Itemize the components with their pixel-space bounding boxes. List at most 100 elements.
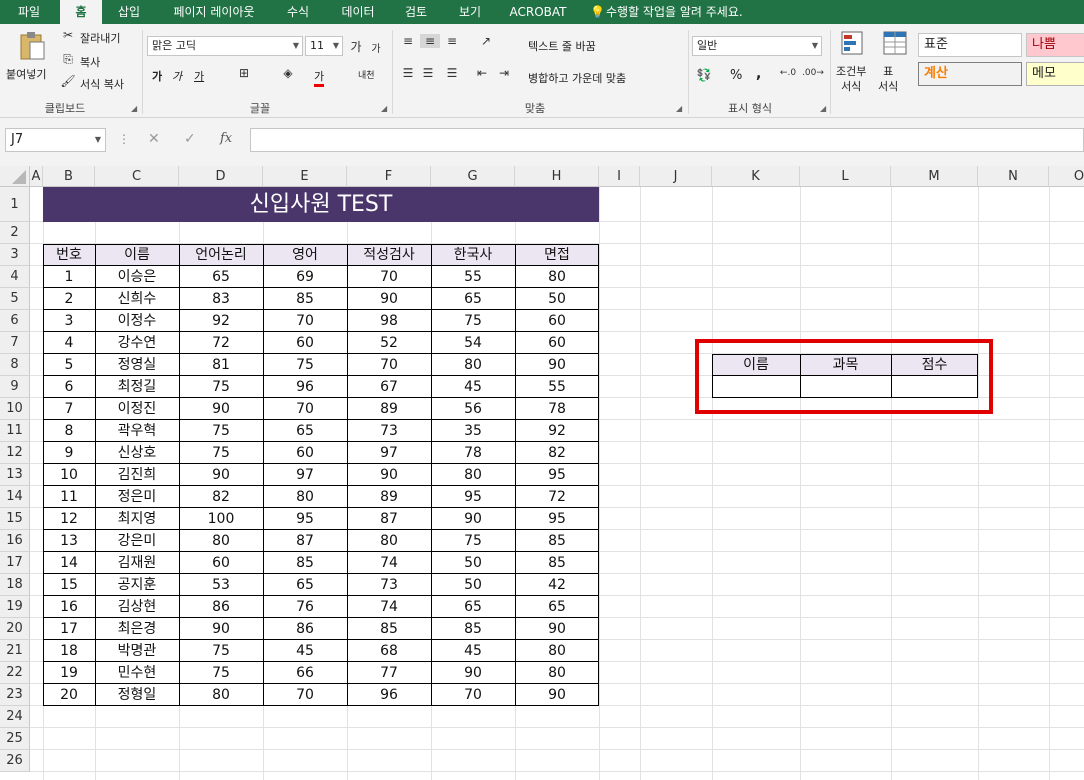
table-cell[interactable]: 75 <box>179 662 263 684</box>
table-cell[interactable]: 17 <box>43 618 95 640</box>
column-header[interactable]: B <box>43 166 95 187</box>
cut-button[interactable]: 잘라내기 <box>80 30 120 46</box>
table-cell[interactable]: 70 <box>347 266 431 288</box>
table-cell[interactable]: 78 <box>515 398 599 420</box>
style-bad[interactable]: 나쁨 <box>1026 33 1084 57</box>
table-cell[interactable]: 97 <box>263 464 347 486</box>
row-header[interactable]: 16 <box>0 530 30 552</box>
row-header[interactable]: 13 <box>0 464 30 486</box>
table-cell[interactable]: 86 <box>263 618 347 640</box>
row-header[interactable]: 24 <box>0 706 30 728</box>
table-cell[interactable]: 18 <box>43 640 95 662</box>
dialog-launcher-icon[interactable]: ◢ <box>820 104 826 113</box>
table-cell[interactable]: 60 <box>263 332 347 354</box>
table-cell[interactable]: 7 <box>43 398 95 420</box>
table-cell[interactable]: 곽우혁 <box>95 420 179 442</box>
paste-button[interactable]: 붙여넣기 <box>6 66 46 82</box>
sheet-title[interactable]: 신입사원 TEST <box>43 187 599 222</box>
row-header[interactable]: 18 <box>0 574 30 596</box>
table-cell[interactable]: 1 <box>43 266 95 288</box>
row-header[interactable]: 26 <box>0 750 30 772</box>
bold-button[interactable]: 가 <box>152 68 162 84</box>
tab-insert[interactable]: 삽입 <box>108 0 150 24</box>
align-top-icon[interactable]: ≡ <box>400 34 416 48</box>
table-cell[interactable]: 56 <box>431 398 515 420</box>
paste-icon[interactable] <box>14 30 50 62</box>
table-cell[interactable]: 정영실 <box>95 354 179 376</box>
table-cell[interactable]: 73 <box>347 420 431 442</box>
table-header-cell[interactable]: 면접 <box>515 244 599 266</box>
tab-data[interactable]: 데이터 <box>332 0 384 24</box>
tab-formulas[interactable]: 수식 <box>276 0 320 24</box>
table-cell[interactable]: 83 <box>179 288 263 310</box>
table-cell[interactable]: 김상현 <box>95 596 179 618</box>
row-header[interactable]: 19 <box>0 596 30 618</box>
table-cell[interactable]: 19 <box>43 662 95 684</box>
table-cell[interactable]: 85 <box>515 530 599 552</box>
table-cell[interactable]: 16 <box>43 596 95 618</box>
table-cell[interactable]: 42 <box>515 574 599 596</box>
font-color-button[interactable]: 가 <box>314 68 325 87</box>
table-cell[interactable]: 65 <box>515 596 599 618</box>
table-cell[interactable]: 70 <box>263 398 347 420</box>
dialog-launcher-icon[interactable]: ◢ <box>676 104 682 113</box>
table-cell[interactable]: 75 <box>179 420 263 442</box>
table-cell[interactable]: 8 <box>43 420 95 442</box>
table-cell[interactable]: 정은미 <box>95 486 179 508</box>
fill-color-icon[interactable]: ◈ <box>280 66 296 80</box>
format-painter-icon[interactable]: 🖌 <box>60 74 76 88</box>
currency-icon[interactable]: 💱 <box>694 68 714 82</box>
table-cell[interactable]: 50 <box>431 574 515 596</box>
table-cell[interactable]: 73 <box>347 574 431 596</box>
table-cell[interactable]: 신상호 <box>95 442 179 464</box>
table-cell[interactable]: 60 <box>515 332 599 354</box>
table-cell[interactable]: 75 <box>179 442 263 464</box>
table-cell[interactable]: 정형일 <box>95 684 179 706</box>
formula-input[interactable] <box>250 128 1084 152</box>
table-cell[interactable]: 12 <box>43 508 95 530</box>
table-cell[interactable]: 공지훈 <box>95 574 179 596</box>
table-cell[interactable]: 85 <box>431 618 515 640</box>
orientation-icon[interactable]: ↗ <box>474 34 498 48</box>
table-cell[interactable]: 53 <box>179 574 263 596</box>
column-header[interactable]: A <box>30 166 43 187</box>
font-grow-icon[interactable]: 가 <box>348 38 364 55</box>
increase-decimal-icon[interactable]: ←.0 <box>778 68 798 78</box>
table-cell[interactable]: 65 <box>431 596 515 618</box>
row-header[interactable]: 3 <box>0 244 30 266</box>
table-header-cell[interactable]: 이름 <box>95 244 179 266</box>
table-cell[interactable]: 50 <box>515 288 599 310</box>
dialog-launcher-icon[interactable]: ◢ <box>381 104 387 113</box>
phonetic-button[interactable]: 내천 <box>358 68 375 81</box>
align-center-icon[interactable]: ☰ <box>420 66 436 80</box>
underline-button[interactable]: 가 <box>194 68 204 84</box>
table-cell[interactable]: 87 <box>347 508 431 530</box>
style-calculation[interactable]: 계산 <box>918 62 1022 86</box>
tab-file[interactable]: 파일 <box>4 0 54 24</box>
table-cell[interactable]: 45 <box>431 640 515 662</box>
table-cell[interactable]: 76 <box>263 596 347 618</box>
table-cell[interactable]: 92 <box>179 310 263 332</box>
table-cell[interactable]: 97 <box>347 442 431 464</box>
table-cell[interactable]: 10 <box>43 464 95 486</box>
table-cell[interactable]: 85 <box>515 552 599 574</box>
row-header[interactable]: 4 <box>0 266 30 288</box>
table-cell[interactable]: 80 <box>347 530 431 552</box>
table-header-cell[interactable]: 언어논리 <box>179 244 263 266</box>
tab-acrobat[interactable]: ACROBAT <box>502 0 574 24</box>
wrap-text-button[interactable]: 텍스트 줄 바꿈 <box>528 38 596 54</box>
table-cell[interactable]: 최지영 <box>95 508 179 530</box>
table-cell[interactable]: 김진희 <box>95 464 179 486</box>
row-header[interactable]: 6 <box>0 310 30 332</box>
table-cell[interactable]: 68 <box>347 640 431 662</box>
format-painter-button[interactable]: 서식 복사 <box>80 76 124 92</box>
table-cell[interactable]: 80 <box>515 266 599 288</box>
table-cell[interactable]: 65 <box>263 420 347 442</box>
column-header[interactable]: C <box>95 166 179 187</box>
table-cell[interactable]: 82 <box>179 486 263 508</box>
number-format-combo[interactable]: 일반 ▼ <box>692 36 822 56</box>
table-cell[interactable]: 강은미 <box>95 530 179 552</box>
row-header[interactable]: 7 <box>0 332 30 354</box>
table-cell[interactable]: 54 <box>431 332 515 354</box>
table-cell[interactable]: 75 <box>179 376 263 398</box>
